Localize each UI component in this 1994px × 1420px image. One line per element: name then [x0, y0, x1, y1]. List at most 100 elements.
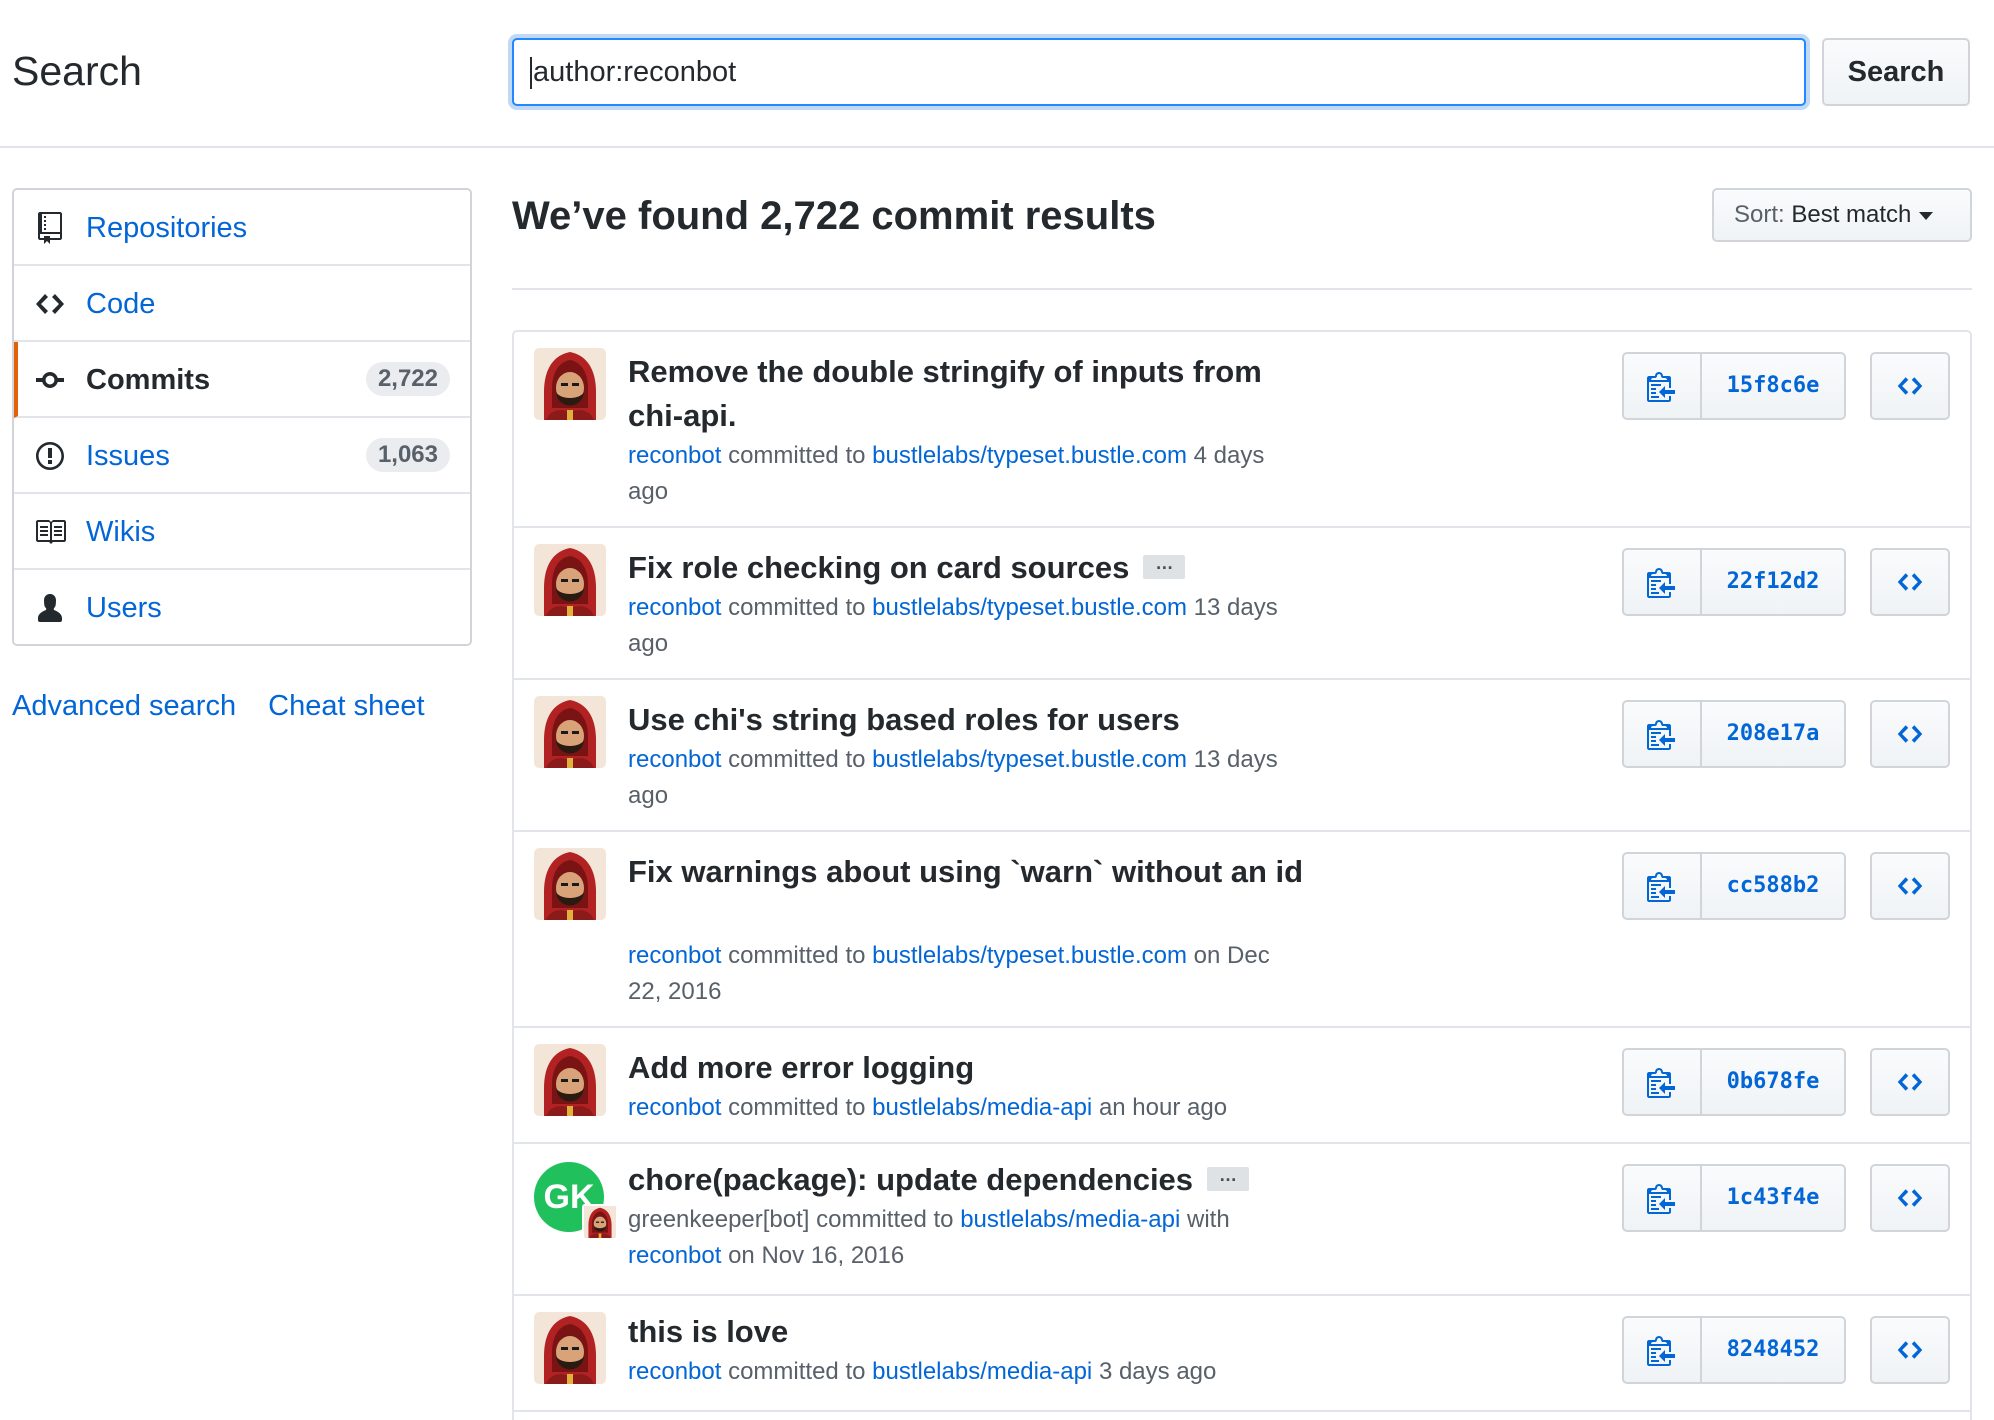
expand-message-button[interactable]: …	[1207, 1166, 1250, 1191]
sha-button-group: 208e17a	[1622, 700, 1846, 768]
copy-sha-button[interactable]	[1624, 354, 1702, 418]
clipboard-icon	[1647, 1068, 1675, 1098]
coauthor-link[interactable]: reconbot	[628, 1242, 721, 1269]
browse-code-button[interactable]	[1870, 352, 1950, 420]
avatar[interactable]	[534, 1044, 606, 1116]
browse-code-button[interactable]	[1870, 1164, 1950, 1232]
author-link[interactable]: reconbot	[628, 1094, 721, 1121]
commit-time: 3 days ago	[1098, 1358, 1217, 1385]
commit-sha-link[interactable]: 208e17a	[1702, 702, 1844, 766]
code-icon	[1897, 877, 1923, 895]
cheat-sheet-link[interactable]: Cheat sheet	[268, 690, 424, 722]
copy-sha-button[interactable]	[1624, 1318, 1702, 1382]
expand-message-button[interactable]: …	[1143, 554, 1186, 579]
repo-link[interactable]: bustlelabs/typeset.bustle.com	[872, 942, 1187, 969]
sidebar-item-label: Users	[86, 592, 162, 624]
commit-title-link[interactable]: Use chi's string based roles for users	[628, 698, 1308, 742]
clipboard-icon	[1647, 872, 1675, 902]
commit-item: Fix role checking on card sources … recon…	[514, 528, 1970, 680]
commit-sha-link[interactable]: cc588b2	[1702, 854, 1844, 918]
browse-code-button[interactable]	[1870, 1048, 1950, 1116]
search-help-links: Advanced search Cheat sheet	[12, 690, 449, 723]
commit-meta: reconbot committed to bustlelabs/typeset…	[628, 590, 1308, 662]
commit-item: Fix warnings about using `warn` without …	[514, 832, 1970, 1028]
commit-sha-link[interactable]: 0b678fe	[1702, 1050, 1844, 1114]
sha-button-group: 1c43f4e	[1622, 1164, 1846, 1232]
avatar[interactable]	[534, 848, 606, 920]
search-input[interactable]: author:reconbot	[512, 38, 1806, 106]
author-link[interactable]: reconbot	[628, 746, 721, 773]
sha-button-group: cc588b2	[1622, 852, 1846, 920]
repo-link[interactable]: bustlelabs/typeset.bustle.com	[872, 746, 1187, 773]
sidebar-item-issues[interactable]: Issues 1,063	[14, 418, 470, 494]
browse-code-button[interactable]	[1870, 548, 1950, 616]
clipboard-icon	[1647, 568, 1675, 598]
avatar[interactable]	[534, 544, 606, 616]
commit-title-link[interactable]: Fix role checking on card sources	[628, 550, 1129, 585]
sidebar-item-wikis[interactable]: Wikis	[14, 494, 470, 570]
commit-sha-link[interactable]: 15f8c6e	[1702, 354, 1844, 418]
copy-sha-button[interactable]	[1624, 854, 1702, 918]
book-icon	[36, 520, 66, 544]
search-button[interactable]: Search	[1822, 38, 1970, 106]
avatar[interactable]	[534, 348, 606, 420]
sidebar-item-repositories[interactable]: Repositories	[14, 190, 470, 266]
author-link[interactable]: reconbot	[628, 594, 721, 621]
repo-link[interactable]: bustlelabs/media-api	[960, 1206, 1180, 1233]
coauthor-avatar[interactable]	[582, 1204, 618, 1240]
author-link[interactable]: reconbot	[628, 1358, 721, 1385]
copy-sha-button[interactable]	[1624, 702, 1702, 766]
commit-verb: committed to	[728, 1094, 866, 1121]
browse-code-button[interactable]	[1870, 852, 1950, 920]
commit-results-list: Remove the double stringify of inputs fr…	[512, 330, 1972, 1420]
commit-title-link[interactable]: Fix warnings about using `warn` without …	[628, 850, 1308, 894]
commit-sha-link[interactable]: 8248452	[1702, 1318, 1844, 1382]
sort-dropdown[interactable]: Sort: Best match	[1712, 188, 1972, 242]
browse-code-button[interactable]	[1870, 700, 1950, 768]
with-text: with	[1187, 1206, 1230, 1233]
copy-sha-button[interactable]	[1624, 1050, 1702, 1114]
commit-verb: committed to	[728, 746, 866, 773]
sidebar-item-label: Issues	[86, 440, 170, 472]
clipboard-icon	[1647, 720, 1675, 750]
repo-link[interactable]: bustlelabs/typeset.bustle.com	[872, 442, 1187, 469]
copy-sha-button[interactable]	[1624, 550, 1702, 614]
clipboard-icon	[1647, 372, 1675, 402]
commit-title-link[interactable]: chore(package): update dependencies	[628, 1162, 1193, 1197]
advanced-search-link[interactable]: Advanced search	[12, 690, 236, 722]
divider	[512, 288, 1972, 290]
commit-meta: reconbot committed to bustlelabs/media-a…	[628, 1090, 1308, 1126]
commit-item: Add more error logging reconbot committe…	[514, 1028, 1970, 1144]
browse-code-button[interactable]	[1870, 1316, 1950, 1384]
search-query: author:reconbot	[533, 56, 737, 88]
commit-meta: greenkeeper[bot] committed to bustlelabs…	[628, 1202, 1308, 1274]
caret-down-icon	[1919, 211, 1934, 220]
commit-sha-link[interactable]: 1c43f4e	[1702, 1166, 1844, 1230]
commit-item: Remove the double stringify of inputs fr…	[514, 332, 1970, 528]
commit-title-link[interactable]: this is love	[628, 1310, 1308, 1354]
commit-title: chore(package): update dependencies …	[628, 1158, 1308, 1202]
commit-meta: reconbot committed to bustlelabs/typeset…	[628, 438, 1308, 510]
copy-sha-button[interactable]	[1624, 1166, 1702, 1230]
commit-title-link[interactable]: Add more error logging	[628, 1046, 1308, 1090]
count-badge: 2,722	[365, 362, 450, 396]
repo-link[interactable]: bustlelabs/media-api	[872, 1358, 1092, 1385]
author-link[interactable]: reconbot	[628, 442, 721, 469]
avatar[interactable]	[534, 1312, 606, 1384]
repo-link[interactable]: bustlelabs/typeset.bustle.com	[872, 594, 1187, 621]
avatar[interactable]	[534, 696, 606, 768]
author-link[interactable]: reconbot	[628, 942, 721, 969]
commit-title-link[interactable]: Remove the double stringify of inputs fr…	[628, 350, 1308, 438]
sidebar-item-users[interactable]: Users	[14, 570, 470, 646]
sidebar-item-commits[interactable]: Commits 2,722	[14, 342, 470, 418]
sidebar-item-code[interactable]: Code	[14, 266, 470, 342]
code-icon	[1897, 573, 1923, 591]
sort-value: Best match	[1791, 201, 1912, 228]
sha-button-group: 22f12d2	[1622, 548, 1846, 616]
commit-sha-link[interactable]: 22f12d2	[1702, 550, 1844, 614]
commit-verb: committed to	[728, 594, 866, 621]
sha-button-group: 15f8c6e	[1622, 352, 1846, 420]
commit-title: Fix role checking on card sources …	[628, 546, 1308, 590]
page-title: Search	[12, 48, 142, 94]
repo-link[interactable]: bustlelabs/media-api	[872, 1094, 1092, 1121]
